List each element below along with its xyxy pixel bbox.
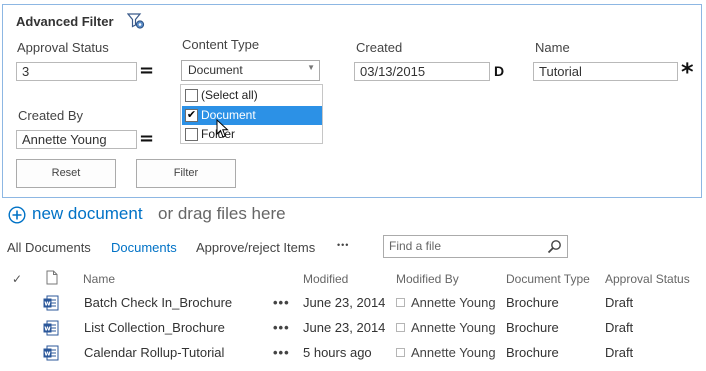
new-document-link[interactable]: new document xyxy=(32,204,143,224)
chevron-down-icon: ▼ xyxy=(307,63,315,72)
approval-status-operator: = xyxy=(139,60,155,81)
drag-files-hint: or drag files here xyxy=(158,204,286,223)
created-date-input[interactable]: 03/13/2015 xyxy=(354,62,490,81)
approval-status: Draft xyxy=(605,345,634,360)
presence-icon xyxy=(396,348,405,357)
content-type-option-document[interactable]: ✔ Document xyxy=(182,106,322,125)
content-type-options-list: (Select all) ✔ Document Folder xyxy=(180,84,323,144)
content-type-option-folder[interactable]: Folder xyxy=(182,125,322,144)
modified-by[interactable]: Annette Young xyxy=(396,295,496,310)
row-menu-button[interactable]: ••• xyxy=(273,295,290,310)
created-label: Created xyxy=(356,40,403,55)
find-file-search-box[interactable]: Find a file xyxy=(383,235,568,258)
document-name-link[interactable]: List Collection_Brochure xyxy=(84,320,225,335)
mouse-pointer-icon xyxy=(216,118,230,139)
document-name-link[interactable]: Batch Check In_Brochure xyxy=(84,295,232,310)
name-operator: * xyxy=(681,58,694,86)
column-header-modified[interactable]: Modified xyxy=(303,272,348,286)
svg-text:w: w xyxy=(44,350,51,358)
presence-icon xyxy=(396,323,405,332)
checkbox-icon[interactable] xyxy=(185,89,198,102)
created-operator: D xyxy=(494,63,505,79)
svg-text:w: w xyxy=(44,325,51,333)
name-input[interactable]: Tutorial xyxy=(533,62,678,81)
content-type-label: Content Type xyxy=(182,37,260,52)
view-documents[interactable]: Documents xyxy=(111,240,177,255)
reset-button[interactable]: Reset xyxy=(16,159,116,188)
word-document-icon: w xyxy=(43,345,59,361)
modified-date: June 23, 2014 xyxy=(303,295,386,310)
approval-status-input[interactable]: 3 xyxy=(16,62,137,81)
column-header-modified-by[interactable]: Modified By xyxy=(396,272,459,286)
word-document-icon: w xyxy=(43,295,59,311)
approval-status-label: Approval Status xyxy=(17,40,109,55)
add-circle-icon[interactable] xyxy=(8,206,26,224)
row-menu-button[interactable]: ••• xyxy=(273,320,290,335)
view-approve-reject-items[interactable]: Approve/reject Items xyxy=(196,240,315,255)
created-by-label: Created By xyxy=(18,108,84,123)
content-type-dropdown[interactable]: Document ▼ xyxy=(181,60,320,81)
search-input[interactable]: Find a file xyxy=(389,239,441,253)
view-all-documents[interactable]: All Documents xyxy=(7,240,91,255)
presence-icon xyxy=(396,298,405,307)
column-header-name[interactable]: Name xyxy=(83,272,115,286)
word-document-icon: w xyxy=(43,320,59,336)
column-header-document-type[interactable]: Document Type xyxy=(506,272,590,286)
name-label: Name xyxy=(535,40,570,55)
modified-date: June 23, 2014 xyxy=(303,320,386,335)
checkbox-icon[interactable] xyxy=(185,128,198,141)
modified-by[interactable]: Annette Young xyxy=(396,345,496,360)
filter-settings-icon[interactable] xyxy=(126,12,145,30)
approval-status: Draft xyxy=(605,295,634,310)
content-type-selected-value: Document xyxy=(188,63,243,77)
approval-status: Draft xyxy=(605,320,634,335)
document-type: Brochure xyxy=(506,295,559,310)
svg-text:w: w xyxy=(44,300,51,308)
created-by-operator: = xyxy=(139,128,155,149)
row-menu-button[interactable]: ••• xyxy=(273,345,290,360)
document-name-link[interactable]: Calendar Rollup-Tutorial xyxy=(84,345,224,360)
search-icon[interactable] xyxy=(547,239,562,254)
column-header-approval-status[interactable]: Approval Status xyxy=(605,272,690,286)
checkbox-checked-icon[interactable]: ✔ xyxy=(185,109,198,122)
filter-title: Advanced Filter xyxy=(16,14,114,29)
modified-by[interactable]: Annette Young xyxy=(396,320,496,335)
more-views-button[interactable]: ••• xyxy=(337,240,349,250)
select-all-check[interactable]: ✓ xyxy=(12,272,22,286)
filter-button[interactable]: Filter xyxy=(136,159,236,188)
modified-date: 5 hours ago xyxy=(303,345,372,360)
content-type-option-select-all[interactable]: (Select all) xyxy=(182,86,322,105)
document-type: Brochure xyxy=(506,345,559,360)
created-by-input[interactable]: Annette Young xyxy=(16,130,137,149)
document-header-icon xyxy=(46,270,58,285)
document-type: Brochure xyxy=(506,320,559,335)
